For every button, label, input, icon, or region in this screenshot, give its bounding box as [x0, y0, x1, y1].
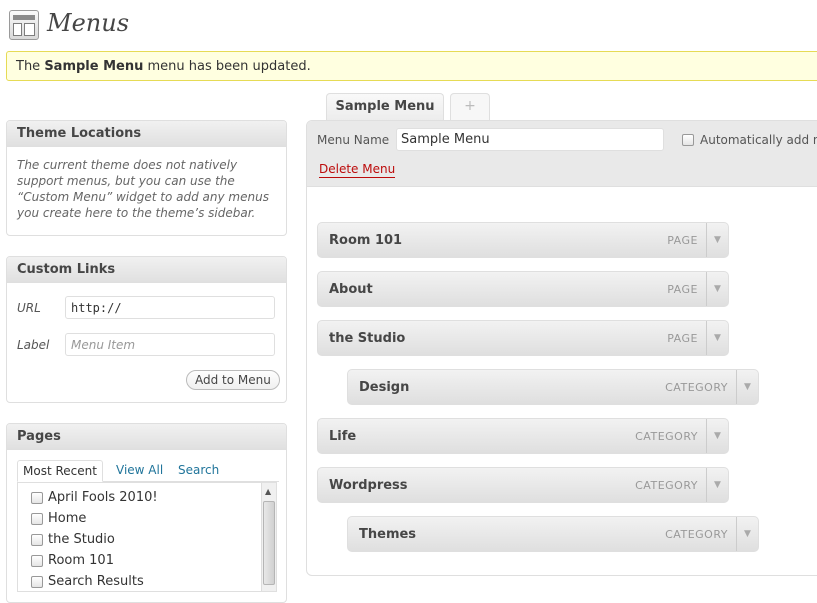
page-label: April Fools 2010! — [48, 490, 158, 505]
add-menu-tab[interactable]: + — [450, 93, 490, 120]
page-label: Search Results — [48, 574, 144, 589]
list-item[interactable]: Search Results — [18, 571, 276, 591]
tab-search[interactable]: Search — [173, 460, 224, 482]
menu-name-input[interactable] — [396, 128, 664, 151]
menu-item-type: CATEGORY — [665, 381, 728, 394]
notice-suffix: menu has been updated. — [143, 59, 311, 74]
menu-name-label: Menu Name — [317, 133, 390, 147]
theme-locations-box: Theme Locations The current theme does n… — [6, 120, 287, 236]
menu-item[interactable]: About PAGE ▼ — [317, 271, 729, 307]
menu-item[interactable]: Wordpress CATEGORY ▼ — [317, 467, 729, 503]
pages-list: April Fools 2010! Home the Studio Room 1… — [17, 482, 277, 592]
url-input[interactable] — [65, 296, 275, 319]
label-label: Label — [17, 338, 50, 352]
tab-sample-menu[interactable]: Sample Menu — [326, 93, 444, 121]
pages-tabs: Most Recent View All Search — [17, 460, 279, 482]
menu-item-title: the Studio — [329, 331, 406, 346]
custom-links-title[interactable]: Custom Links — [7, 257, 286, 283]
chevron-down-icon[interactable]: ▼ — [706, 223, 728, 257]
page-checkbox[interactable] — [31, 513, 43, 525]
theme-locations-text: The current theme does not natively supp… — [17, 158, 269, 220]
menu-header: Menu Name Automatically add ne Delete Me… — [307, 121, 817, 187]
tab-view-all[interactable]: View All — [111, 460, 168, 482]
url-label: URL — [17, 301, 41, 315]
auto-add-label: Automatically add ne — [700, 133, 817, 147]
chevron-down-icon[interactable]: ▼ — [706, 468, 728, 502]
list-item[interactable]: Room 101 — [18, 550, 276, 571]
delete-menu-link[interactable]: Delete Menu — [319, 162, 396, 178]
notice-menu-name: Sample Menu — [44, 59, 144, 74]
menu-item-title: About — [329, 282, 373, 297]
page-checkbox[interactable] — [31, 555, 43, 567]
chevron-down-icon[interactable]: ▼ — [706, 321, 728, 355]
page-label: Room 101 — [48, 553, 114, 568]
chevron-down-icon[interactable]: ▼ — [736, 370, 758, 404]
page-label: the Studio — [48, 532, 115, 547]
notice-prefix: The — [16, 59, 45, 74]
scroll-up-icon[interactable]: ▲ — [265, 487, 271, 496]
page-checkbox[interactable] — [31, 492, 43, 504]
theme-locations-title[interactable]: Theme Locations — [7, 121, 286, 147]
update-notice: The Sample Menu menu has been updated. — [6, 51, 817, 81]
menu-item-title: Life — [329, 429, 357, 444]
menu-item-title: Design — [359, 380, 410, 395]
menu-item[interactable]: Design CATEGORY ▼ — [347, 369, 759, 405]
menu-item-title: Room 101 — [329, 233, 403, 248]
menu-item-title: Themes — [359, 527, 417, 542]
menu-item[interactable]: Themes CATEGORY ▼ — [347, 516, 759, 552]
menu-item-type: PAGE — [667, 332, 698, 345]
menu-item[interactable]: the Studio PAGE ▼ — [317, 320, 729, 356]
list-item[interactable]: April Fools 2010! — [18, 487, 276, 508]
menu-item-title: Wordpress — [329, 478, 408, 493]
menu-editor-panel: Menu Name Automatically add ne Delete Me… — [306, 120, 817, 576]
menu-item-type: PAGE — [667, 283, 698, 296]
add-to-menu-button[interactable]: Add to Menu — [186, 370, 280, 390]
menu-item-type: CATEGORY — [635, 479, 698, 492]
menu-item-type: CATEGORY — [635, 430, 698, 443]
chevron-down-icon[interactable]: ▼ — [706, 419, 728, 453]
menus-page-icon — [9, 10, 39, 40]
menu-item[interactable]: Room 101 PAGE ▼ — [317, 222, 729, 258]
chevron-down-icon[interactable]: ▼ — [736, 517, 758, 551]
scroll-thumb[interactable] — [263, 501, 275, 585]
page-label: Home — [48, 511, 87, 526]
page-checkbox[interactable] — [31, 534, 43, 546]
chevron-down-icon[interactable]: ▼ — [706, 272, 728, 306]
menu-item[interactable]: Life CATEGORY ▼ — [317, 418, 729, 454]
page-title: Menus — [47, 9, 130, 37]
label-input[interactable] — [65, 333, 275, 356]
menu-item-type: CATEGORY — [665, 528, 728, 541]
tab-most-recent[interactable]: Most Recent — [17, 460, 103, 482]
menu-item-type: PAGE — [667, 234, 698, 247]
pages-scrollbar[interactable]: ▲ — [261, 483, 276, 591]
auto-add-checkbox[interactable] — [682, 134, 694, 146]
list-item[interactable]: the Studio — [18, 529, 276, 550]
custom-links-box: Custom Links URL Label Add to Menu — [6, 256, 287, 403]
pages-box: Pages Most Recent View All Search April … — [6, 423, 287, 603]
list-item[interactable]: Home — [18, 508, 276, 529]
pages-title[interactable]: Pages — [7, 424, 286, 450]
page-checkbox[interactable] — [31, 576, 43, 588]
